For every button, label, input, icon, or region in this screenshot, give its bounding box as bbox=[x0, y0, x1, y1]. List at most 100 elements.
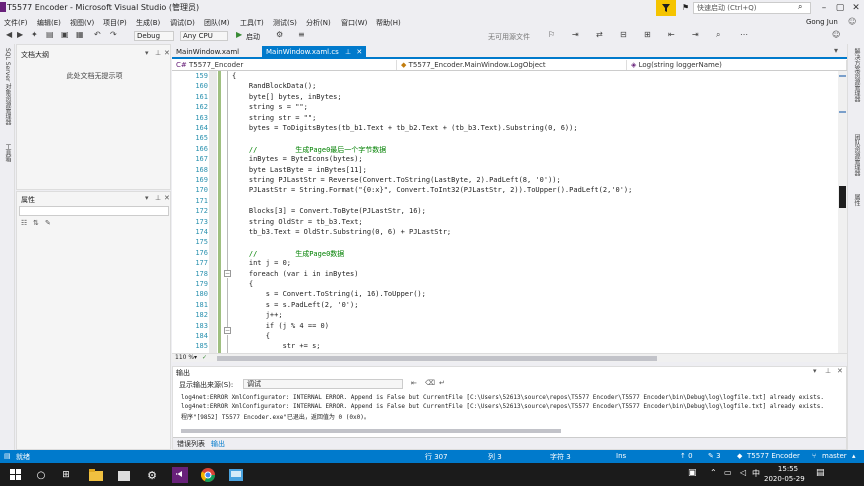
pane-dropdown-icon[interactable]: ▾ bbox=[145, 194, 149, 202]
file-explorer-icon[interactable] bbox=[88, 467, 104, 483]
sql-server-explorer-tab[interactable]: SQL Server 对象资源管理器 bbox=[3, 48, 12, 125]
close-tab-icon[interactable]: ✕ bbox=[356, 48, 362, 56]
pin-icon[interactable]: ⊥ bbox=[345, 48, 351, 56]
pin-icon[interactable]: ⊥ bbox=[155, 49, 161, 57]
network-icon[interactable]: ▭ bbox=[724, 468, 732, 477]
format-icon[interactable]: ⇄ bbox=[596, 30, 603, 39]
maximize-button[interactable]: ▢ bbox=[832, 0, 848, 16]
project-nav-select[interactable]: C# T5577_Encoder bbox=[172, 60, 397, 70]
menu-file[interactable]: 文件(F) bbox=[4, 18, 28, 28]
search-icon[interactable]: ○ bbox=[33, 467, 49, 483]
code-line[interactable]: PJLastStr = String.Format("{0:x}", Conve… bbox=[232, 186, 633, 194]
member-nav-select[interactable]: ◈ Log(string loggerName) bbox=[627, 60, 847, 70]
ime-indicator[interactable]: 中 bbox=[752, 468, 760, 479]
clock-time[interactable]: 15:55 bbox=[776, 465, 800, 473]
menu-edit[interactable]: 编辑(E) bbox=[37, 18, 61, 28]
code-line[interactable]: tb_b3.Text = OldStr.Substring(0, 6) + PJ… bbox=[232, 228, 451, 236]
close-pane-icon[interactable]: ✕ bbox=[837, 367, 843, 375]
app-icon[interactable] bbox=[228, 467, 244, 483]
code-line[interactable]: // 生成Page0最后一个字节数据 bbox=[232, 145, 386, 155]
code-line[interactable]: byte[] bytes, inBytes; bbox=[232, 93, 342, 101]
open-file-icon[interactable]: ▤ bbox=[46, 30, 54, 39]
status-insert-mode[interactable]: Ins bbox=[616, 452, 626, 460]
code-line[interactable]: byte LastByte = inBytes[11]; bbox=[232, 166, 367, 174]
status-char[interactable]: 字符 3 bbox=[550, 452, 571, 462]
comment-icon[interactable]: ⊟ bbox=[620, 30, 627, 39]
user-name[interactable]: Gong Jun bbox=[806, 18, 838, 26]
zoom-level[interactable]: 110 % bbox=[175, 354, 194, 361]
status-column[interactable]: 列 3 bbox=[488, 452, 502, 462]
code-line[interactable]: bytes = ToDigitsBytes(tb_b1.Text + tb_b2… bbox=[232, 124, 578, 132]
output-horizontal-scrollbar[interactable] bbox=[181, 429, 561, 433]
close-pane-icon[interactable]: ✕ bbox=[164, 49, 170, 57]
solution-explorer-tab[interactable]: 解决方案资源管理器 bbox=[852, 48, 861, 102]
volume-icon[interactable]: ◁ bbox=[740, 468, 746, 477]
code-line[interactable]: inBytes = ByteIcons(bytes); bbox=[232, 155, 363, 163]
search-icon[interactable]: ⌕ bbox=[798, 2, 802, 12]
pin-icon[interactable]: ⊥ bbox=[825, 367, 831, 375]
branch-dropdown-icon[interactable]: ▴ bbox=[852, 452, 856, 460]
class-nav-select[interactable]: ◆ T5577_Encoder.MainWindow.LogObject bbox=[397, 60, 627, 70]
menu-test[interactable]: 测试(S) bbox=[273, 18, 297, 28]
attach-icon[interactable]: ⚙ bbox=[276, 30, 283, 39]
alphabetical-icon[interactable]: ⇅ bbox=[33, 219, 39, 227]
scrollbar-thumb[interactable] bbox=[839, 186, 846, 208]
menu-tools[interactable]: 工具(T) bbox=[240, 18, 264, 28]
status-project[interactable]: T5577 Encoder bbox=[747, 452, 800, 460]
status-branch[interactable]: master bbox=[822, 452, 847, 460]
feedback-icon[interactable]: ☺ bbox=[832, 30, 840, 39]
close-button[interactable]: ✕ bbox=[848, 0, 864, 16]
code-line[interactable]: { bbox=[232, 72, 236, 80]
output-source-select[interactable]: 调试 bbox=[243, 379, 403, 389]
outdent-icon[interactable]: ⇥ bbox=[692, 30, 699, 39]
status-line[interactable]: 行 307 bbox=[425, 452, 448, 462]
notification-flag-icon[interactable]: ⚑ bbox=[682, 3, 689, 12]
visual-studio-icon[interactable] bbox=[172, 467, 188, 483]
platform-select[interactable]: Any CPU bbox=[180, 31, 228, 41]
start-button[interactable]: 启动 bbox=[246, 32, 260, 42]
categorized-icon[interactable]: ☷ bbox=[21, 219, 27, 227]
notification-icon[interactable]: ▣ bbox=[688, 468, 697, 478]
code-line[interactable]: RandBlockData(); bbox=[232, 82, 316, 90]
find-icon[interactable]: ⌕ bbox=[716, 30, 720, 40]
find-message-icon[interactable]: ⇤ bbox=[411, 379, 417, 387]
menu-analyze[interactable]: 分析(N) bbox=[306, 18, 331, 28]
chrome-icon[interactable] bbox=[200, 467, 216, 483]
more-icon[interactable]: ⋯ bbox=[740, 30, 748, 39]
tab-error-list[interactable]: 错误列表 bbox=[177, 439, 205, 449]
collapse-icon[interactable]: − bbox=[224, 327, 231, 334]
user-avatar-icon[interactable]: ☺ bbox=[848, 17, 856, 26]
filter-icon[interactable] bbox=[656, 0, 676, 16]
clock-date[interactable]: 2020-05-29 bbox=[764, 475, 805, 483]
save-icon[interactable]: ▣ bbox=[61, 30, 69, 39]
menu-project[interactable]: 项目(P) bbox=[103, 18, 127, 28]
status-changes[interactable]: ✎ 3 bbox=[708, 452, 721, 460]
menu-window[interactable]: 窗口(W) bbox=[341, 18, 367, 28]
pin-icon[interactable]: ⊥ bbox=[155, 194, 161, 202]
code-line[interactable]: string PJLastStr = Reverse(Convert.ToStr… bbox=[232, 176, 561, 184]
code-editor[interactable]: − − 159 {160 RandBlockData(); 161 byte[] b… bbox=[172, 71, 838, 353]
save-all-icon[interactable]: ▦ bbox=[76, 30, 84, 39]
status-pending-commits[interactable]: ↑ 0 bbox=[680, 452, 693, 460]
play-icon[interactable]: ▶ bbox=[236, 30, 242, 39]
tab-output[interactable]: 输出 bbox=[211, 439, 225, 449]
menu-build[interactable]: 生成(B) bbox=[136, 18, 160, 28]
minimize-button[interactable]: – bbox=[816, 0, 832, 16]
team-explorer-tab[interactable]: 团队资源管理器 bbox=[852, 134, 861, 176]
code-line[interactable]: { bbox=[232, 332, 270, 340]
menu-view[interactable]: 视图(V) bbox=[70, 18, 94, 28]
toolbox-tab[interactable]: 工具箱 bbox=[3, 144, 12, 162]
settings-icon[interactable]: ⚙ bbox=[144, 467, 160, 483]
task-view-icon[interactable]: ⊞ bbox=[58, 467, 74, 483]
code-line[interactable]: s = s.PadLeft(2, '0'); bbox=[232, 301, 359, 309]
collapse-icon[interactable]: − bbox=[224, 270, 231, 277]
pane-dropdown-icon[interactable]: ▾ bbox=[145, 49, 149, 57]
undo-icon[interactable]: ↶ bbox=[94, 30, 101, 39]
code-line[interactable]: j++; bbox=[232, 311, 283, 319]
editor-vertical-scrollbar[interactable] bbox=[838, 71, 847, 353]
store-icon[interactable] bbox=[116, 467, 132, 483]
new-project-icon[interactable]: ✦ bbox=[31, 30, 38, 39]
code-line[interactable]: Blocks[3] = Convert.ToByte(PJLastStr, 16… bbox=[232, 207, 426, 215]
zoom-dropdown-icon[interactable]: ▾ bbox=[194, 354, 197, 361]
properties-tab[interactable]: 属性 bbox=[852, 194, 861, 206]
